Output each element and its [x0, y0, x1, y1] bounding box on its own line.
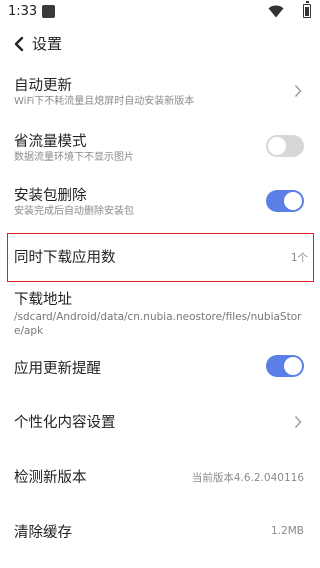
app-notification-icon [42, 5, 55, 18]
toggle-knob [268, 137, 286, 155]
setting-title: 省流量模式 [14, 134, 87, 150]
setting-data-saver[interactable]: 省流量模式 数据流量环境下不显示图片 [0, 122, 320, 172]
update-reminder-toggle[interactable] [266, 355, 304, 377]
setting-subtitle: WiFi下不耗流量且熄屏时自动安装新版本 [14, 96, 195, 107]
setting-auto-update[interactable]: 自动更新 WiFi下不耗流量且熄屏时自动安装新版本 [0, 66, 320, 116]
setting-value: 1.2MB [271, 525, 304, 537]
setting-personalization[interactable]: 个性化内容设置 [0, 402, 320, 442]
page-title: 设置 [32, 35, 63, 53]
setting-title: 个性化内容设置 [14, 415, 116, 431]
wifi-icon [268, 5, 284, 18]
setting-delete-package[interactable]: 安装包删除 安装完成后自动删除安装包 [0, 176, 320, 226]
setting-title: 清除缓存 [14, 525, 72, 541]
toggle-knob [284, 192, 302, 210]
chevron-right-icon [294, 85, 302, 97]
setting-value: 当前版本4.6.2.040116 [191, 472, 304, 484]
download-path-value: /sdcard/Android/data/cn.nubia.neostore/f… [14, 311, 302, 337]
setting-title: 自动更新 [14, 78, 72, 94]
setting-subtitle: 安装完成后自动删除安装包 [14, 206, 134, 217]
battery-icon [303, 1, 311, 18]
status-bar: 1:33 [0, 0, 320, 24]
setting-subtitle: 数据流量环境下不显示图片 [14, 152, 134, 163]
toggle-knob [284, 357, 302, 375]
setting-title: 同时下载应用数 [14, 250, 116, 266]
chevron-right-icon [294, 416, 302, 428]
setting-title: 检测新版本 [14, 470, 87, 486]
setting-title: 应用更新提醒 [14, 361, 101, 377]
setting-update-reminder[interactable]: 应用更新提醒 [0, 348, 320, 388]
setting-title: 下载地址 [14, 292, 72, 308]
data-saver-toggle[interactable] [266, 135, 304, 157]
setting-clear-cache[interactable]: 清除缓存 1.2MB [0, 512, 320, 552]
header: 设置 [0, 24, 320, 64]
delete-package-toggle[interactable] [266, 190, 304, 212]
back-arrow-icon[interactable] [12, 34, 26, 54]
setting-check-version[interactable]: 检测新版本 当前版本4.6.2.040116 [0, 456, 320, 496]
status-time: 1:33 [8, 4, 38, 19]
setting-download-path[interactable]: 下载地址 /sdcard/Android/data/cn.nubia.neost… [0, 286, 320, 346]
setting-value: 1个 [290, 252, 308, 264]
setting-title: 安装包删除 [14, 188, 87, 204]
setting-concurrent-downloads[interactable]: 同时下载应用数 1个 [0, 234, 320, 281]
